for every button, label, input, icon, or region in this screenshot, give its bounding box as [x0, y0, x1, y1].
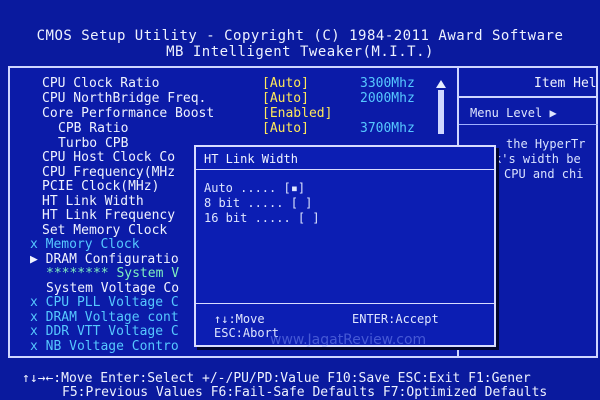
setting-label[interactable]: CPU Host Clock Co [42, 150, 175, 165]
setting-value[interactable]: [Enabled] [262, 106, 332, 121]
help-text: the HyperTr [506, 137, 586, 151]
menu-level: Menu Level ▶ [470, 106, 557, 120]
submenu-item[interactable]: ▶ DRAM Configuratio [30, 252, 179, 267]
setting-label-disabled: x Memory Clock [30, 237, 140, 252]
scrollbar[interactable] [436, 80, 446, 138]
setting-label[interactable]: CPB Ratio [58, 121, 128, 136]
header: CMOS Setup Utility - Copyright (C) 1984-… [0, 0, 600, 64]
setting-label-disabled: x DRAM Voltage cont [30, 310, 179, 325]
dialog-hint-accept: ENTER:Accept [352, 312, 439, 326]
scroll-up-arrow-icon[interactable] [436, 80, 446, 88]
setting-label[interactable]: CPU Clock Ratio [42, 76, 159, 91]
header-subtitle: MB Intelligent Tweaker(M.I.T.) [166, 44, 434, 60]
help-divider [459, 96, 598, 98]
dialog-hint-move: ↑↓:Move [214, 312, 265, 326]
setting-value[interactable]: [Auto] [262, 121, 309, 136]
setting-value[interactable]: [Auto] [262, 76, 309, 91]
help-text: k's width be [494, 152, 581, 166]
help-divider [459, 124, 598, 125]
setting-label[interactable]: Set Memory Clock [42, 223, 167, 238]
help-title: Item Hel [534, 76, 597, 91]
header-title: CMOS Setup Utility - Copyright (C) 1984-… [36, 28, 564, 44]
setting-label-disabled: x DDR VTT Voltage C [30, 324, 179, 339]
watermark: www.JagatReview.com [270, 332, 427, 348]
option-16-bit[interactable]: 16 bit ..... [ ] [204, 211, 320, 225]
setting-label-disabled: x NB Voltage Contro [30, 339, 179, 354]
setting-extra: 3300Mhz [360, 76, 415, 91]
footer-keys: ↑↓→←:Move Enter:Select +/-/PU/PD:Value F… [22, 371, 531, 386]
setting-extra: 2000Mhz [360, 91, 415, 106]
setting-label[interactable]: CPU NorthBridge Freq. [42, 91, 206, 106]
option-auto[interactable]: Auto ..... [▪] [204, 181, 305, 195]
setting-label[interactable]: HT Link Frequency [42, 208, 175, 223]
setting-label-disabled: x CPU PLL Voltage C [30, 295, 179, 310]
ht-link-width-dialog: HT Link Width Auto ..... [▪] 8 bit .....… [194, 145, 496, 347]
setting-label[interactable]: System Voltage Co [46, 281, 179, 296]
footer-keys: F5:Previous Values F6:Fail-Safe Defaults… [62, 385, 548, 400]
dialog-divider [196, 303, 494, 304]
help-text: CPU and chi [504, 167, 584, 181]
setting-label[interactable]: CPU Frequency(MHz [42, 165, 175, 180]
setting-label[interactable]: HT Link Width [42, 194, 144, 209]
setting-value[interactable]: [Auto] [262, 91, 309, 106]
setting-label[interactable]: Turbo CPB [58, 136, 128, 151]
setting-label[interactable]: PCIE Clock(MHz) [42, 179, 159, 194]
dialog-divider [196, 169, 494, 170]
setting-label[interactable]: Core Performance Boost [42, 106, 214, 121]
setting-extra: 3700Mhz [360, 121, 415, 136]
scroll-thumb[interactable] [438, 90, 444, 134]
option-8-bit[interactable]: 8 bit ..... [ ] [204, 196, 312, 210]
section-separator: ******** System V [46, 266, 180, 281]
dialog-title: HT Link Width [204, 152, 298, 166]
